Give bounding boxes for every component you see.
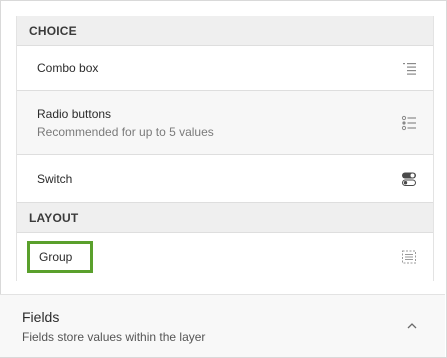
- group-highlight-box: Group: [27, 241, 93, 273]
- section-header-layout: LAYOUT: [17, 203, 433, 233]
- combo-box-label: Combo box: [37, 61, 99, 75]
- radio-buttons-sublabel: Recommended for up to 5 values: [37, 124, 214, 139]
- radio-buttons-item[interactable]: Radio buttons Recommended for up to 5 va…: [17, 91, 433, 155]
- switch-label: Switch: [37, 171, 73, 186]
- fields-description: Fields store values within the layer: [22, 330, 206, 344]
- group-item[interactable]: Group: [17, 233, 433, 281]
- toggle-switch-icon: [401, 171, 417, 187]
- group-label: Group: [39, 250, 73, 264]
- list-icon: [401, 60, 417, 76]
- combo-box-item[interactable]: Combo box: [17, 46, 433, 91]
- fields-panel-header[interactable]: Fields Fields store values within the la…: [0, 294, 445, 357]
- radio-buttons-label: Radio buttons: [37, 106, 112, 121]
- radio-buttons-text: Radio buttons Recommended for up to 5 va…: [37, 107, 214, 139]
- element-palette: CHOICE Combo box Radio buttons Recommend…: [16, 16, 434, 281]
- switch-item[interactable]: Switch: [17, 155, 433, 203]
- fields-title: Fields: [22, 309, 60, 325]
- section-header-choice: CHOICE: [17, 16, 433, 46]
- group-icon: [401, 249, 417, 265]
- chevron-up-icon[interactable]: [405, 319, 419, 333]
- radio-list-icon: [401, 115, 417, 131]
